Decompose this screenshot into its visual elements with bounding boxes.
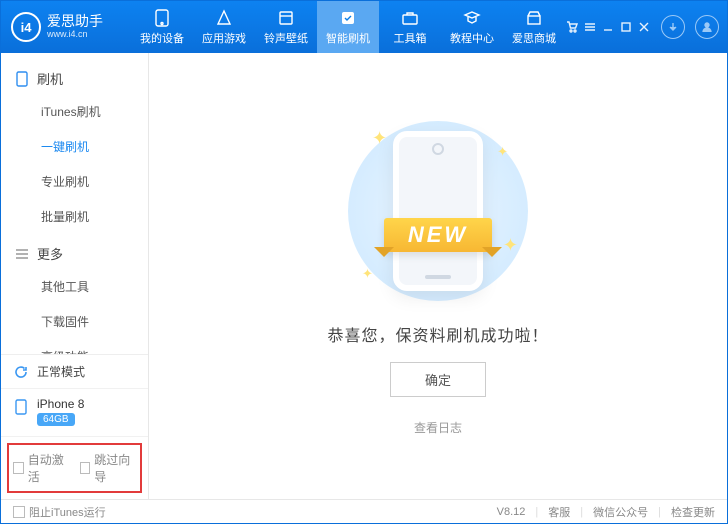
music-icon <box>277 8 295 28</box>
mode-chip[interactable]: 正常模式 <box>1 355 148 389</box>
nav-tab-tutorial[interactable]: 教程中心 <box>441 1 503 53</box>
skip-wizard-checkbox[interactable]: 跳过向导 <box>80 451 137 485</box>
sidebar-options: 自动激活 跳过向导 <box>7 443 142 493</box>
success-message: 恭喜您，保资料刷机成功啦！ <box>327 322 548 346</box>
auto-activate-checkbox[interactable]: 自动激活 <box>13 451 70 485</box>
main: ✦ ✦ ✦ ✦ NEW 恭喜您，保资料刷机成功啦！ 确定 查看日志 <box>149 53 727 499</box>
tutorial-icon <box>463 8 481 28</box>
phone-icon <box>153 8 171 28</box>
nav-label: 我的设备 <box>140 30 184 46</box>
download-button[interactable] <box>661 15 685 39</box>
app-window: i4 爱思助手 www.i4.cn 我的设备 应用游戏 铃声壁纸 智能刷机 <box>0 0 728 524</box>
ok-button[interactable]: 确定 <box>390 362 486 397</box>
brand-url: www.i4.cn <box>47 30 103 40</box>
phone-icon <box>13 399 29 415</box>
nav-tab-device[interactable]: 我的设备 <box>131 1 193 53</box>
brand-name: 爱思助手 <box>47 14 103 29</box>
nav-tab-mall[interactable]: 爱思商城 <box>503 1 565 53</box>
checkbox-label: 阻止iTunes运行 <box>29 504 106 520</box>
new-ribbon: NEW <box>358 211 518 259</box>
device-storage-badge: 64GB <box>37 413 75 426</box>
nav-tab-flash[interactable]: 智能刷机 <box>317 1 379 53</box>
sidebar-item-batch-flash[interactable]: 批量刷机 <box>1 199 148 234</box>
statusbar: 阻止iTunes运行 V8.12 | 客服 | 微信公众号 | 检查更新 <box>1 499 727 523</box>
sidebar-section-flash: 刷机 <box>1 59 148 94</box>
checkbox-label: 自动激活 <box>28 451 70 485</box>
sidebar-item-download-firmware[interactable]: 下载固件 <box>1 304 148 339</box>
version-label: V8.12 <box>497 506 526 518</box>
sidebar-item-itunes-flash[interactable]: iTunes刷机 <box>1 94 148 129</box>
body: 刷机 iTunes刷机 一键刷机 专业刷机 批量刷机 更多 其他工具 下载固件 … <box>1 53 727 499</box>
refresh-icon <box>13 364 29 380</box>
nav-label: 工具箱 <box>394 30 427 46</box>
maximize-icon[interactable] <box>619 20 633 34</box>
section-title: 刷机 <box>37 69 63 88</box>
brand: i4 爱思助手 www.i4.cn <box>1 1 131 53</box>
nav-tab-ring[interactable]: 铃声壁纸 <box>255 1 317 53</box>
nav-label: 教程中心 <box>450 30 494 46</box>
nav-label: 爱思商城 <box>512 30 556 46</box>
sidebar-item-advanced[interactable]: 高级功能 <box>1 339 148 354</box>
window-controls <box>565 1 727 53</box>
update-link[interactable]: 检查更新 <box>671 504 715 520</box>
close-icon[interactable] <box>637 20 651 34</box>
sidebar-item-pro-flash[interactable]: 专业刷机 <box>1 164 148 199</box>
flash-icon <box>339 8 357 28</box>
sidebar-section-more: 更多 <box>1 234 148 269</box>
nav-label: 应用游戏 <box>202 30 246 46</box>
minimize-icon[interactable] <box>601 20 615 34</box>
account-button[interactable] <box>695 15 719 39</box>
device-name: iPhone 8 <box>37 397 84 411</box>
nav-tabs: 我的设备 应用游戏 铃声壁纸 智能刷机 工具箱 教程中心 <box>131 1 565 53</box>
sidebar-bottom: 正常模式 iPhone 8 64GB 自动激活 跳过向导 <box>1 354 148 499</box>
device-chip[interactable]: iPhone 8 64GB <box>1 389 148 437</box>
sidebar-item-other-tools[interactable]: 其他工具 <box>1 269 148 304</box>
nav-tab-toolbox[interactable]: 工具箱 <box>379 1 441 53</box>
apps-icon <box>215 8 233 28</box>
section-title: 更多 <box>37 244 63 263</box>
list-icon <box>15 247 29 261</box>
mall-icon <box>525 8 543 28</box>
support-link[interactable]: 客服 <box>548 504 570 520</box>
toolbox-icon <box>401 8 419 28</box>
nav-label: 智能刷机 <box>326 30 370 46</box>
nav-tab-apps[interactable]: 应用游戏 <box>193 1 255 53</box>
wechat-link[interactable]: 微信公众号 <box>593 504 648 520</box>
logo-icon: i4 <box>11 12 41 42</box>
sidebar-item-onekey-flash[interactable]: 一键刷机 <box>1 129 148 164</box>
success-panel: ✦ ✦ ✦ ✦ NEW 恭喜您，保资料刷机成功啦！ 确定 查看日志 <box>149 53 727 499</box>
cart-icon[interactable] <box>565 20 579 34</box>
block-itunes-checkbox[interactable]: 阻止iTunes运行 <box>13 504 106 520</box>
sidebar: 刷机 iTunes刷机 一键刷机 专业刷机 批量刷机 更多 其他工具 下载固件 … <box>1 53 149 499</box>
phone-icon <box>15 72 29 86</box>
view-log-link[interactable]: 查看日志 <box>414 419 462 436</box>
titlebar: i4 爱思助手 www.i4.cn 我的设备 应用游戏 铃声壁纸 智能刷机 <box>1 1 727 53</box>
nav-label: 铃声壁纸 <box>264 30 308 46</box>
menu-icon[interactable] <box>583 20 597 34</box>
mode-label: 正常模式 <box>37 363 85 380</box>
success-illustration: ✦ ✦ ✦ ✦ NEW <box>338 116 538 306</box>
checkbox-label: 跳过向导 <box>94 451 136 485</box>
